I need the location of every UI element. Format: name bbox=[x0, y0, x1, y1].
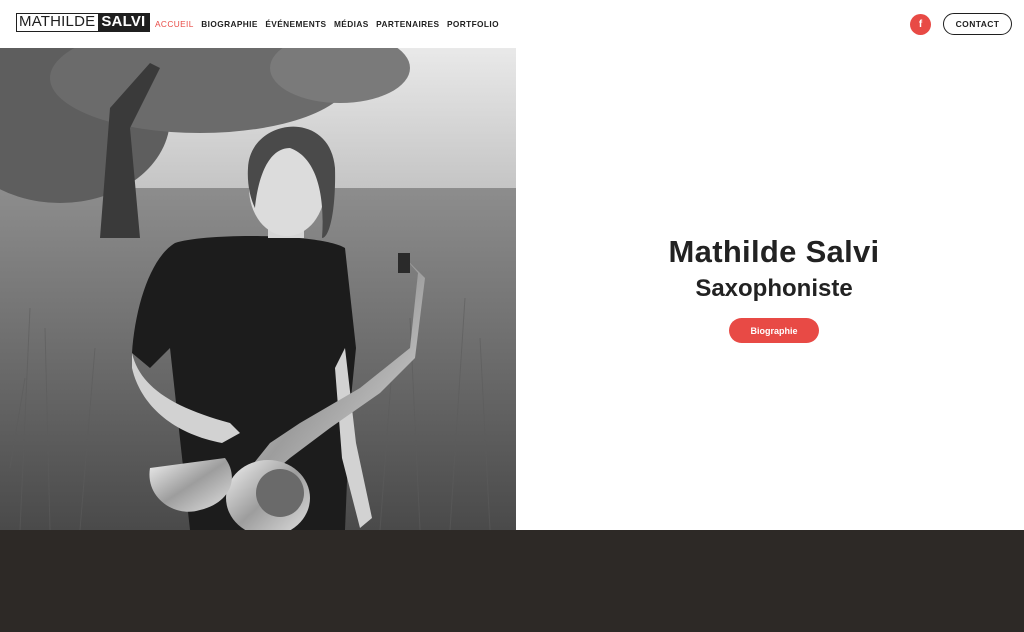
facebook-button[interactable]: f bbox=[910, 14, 931, 35]
biographie-button[interactable]: Biographie bbox=[729, 318, 819, 343]
site-logo[interactable]: MATHILDE SALVI bbox=[16, 13, 151, 32]
nav-item-biographie[interactable]: BIOGRAPHIE bbox=[201, 18, 258, 30]
logo-first-name: MATHILDE bbox=[19, 13, 96, 30]
site-header: MATHILDE SALVI ACCUEIL BIOGRAPHIE ÉVÉNEM… bbox=[0, 0, 1024, 48]
nav-item-partenaires[interactable]: PARTENAIRES bbox=[376, 18, 439, 30]
hero-photo-illustration bbox=[0, 48, 516, 530]
contact-button[interactable]: CONTACT bbox=[943, 13, 1012, 35]
facebook-icon: f bbox=[918, 18, 923, 30]
nav-item-evenements[interactable]: ÉVÉNEMENTS bbox=[265, 18, 326, 30]
nav-item-portfolio[interactable]: PORTFOLIO bbox=[447, 18, 499, 30]
hero-text-panel: Mathilde Salvi Saxophoniste Biographie bbox=[516, 48, 1024, 530]
dark-section bbox=[0, 530, 1024, 632]
nav-item-accueil[interactable]: ACCUEIL bbox=[155, 18, 194, 30]
nav-item-medias[interactable]: MÉDIAS bbox=[334, 18, 369, 30]
logo-last-name: SALVI bbox=[98, 14, 150, 31]
hero-role: Saxophoniste bbox=[695, 275, 853, 302]
hero-name: Mathilde Salvi bbox=[668, 234, 880, 269]
main-nav: ACCUEIL BIOGRAPHIE ÉVÉNEMENTS MÉDIAS PAR… bbox=[155, 18, 506, 30]
hero-photo bbox=[0, 48, 516, 530]
